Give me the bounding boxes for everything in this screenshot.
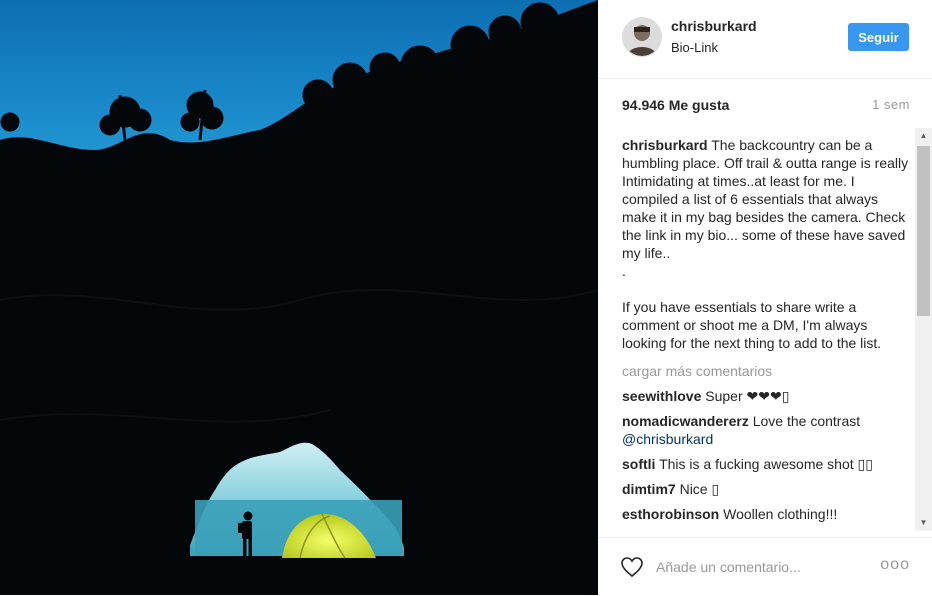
add-comment-input[interactable]: [656, 556, 856, 578]
caption: chrisburkard The backcountry can be a hu…: [622, 136, 910, 352]
scrollbar-thumb[interactable]: [917, 146, 930, 316]
comment-text: Love the contrast: [748, 413, 861, 429]
avatar-image: [623, 18, 661, 56]
comments-list: chrisburkard The backcountry can be a hu…: [622, 136, 910, 531]
comment-text: Nice ▯: [675, 481, 720, 497]
comment-text: Woollen clothing!!!: [719, 506, 838, 522]
comment-username[interactable]: softli: [622, 456, 655, 472]
comment-username[interactable]: esthorobinson: [622, 506, 719, 522]
post-details-panel: chrisburkard Bio-Link Seguir 94.946 Me g…: [598, 0, 932, 595]
comment-mention[interactable]: @chrisburkard: [622, 431, 713, 447]
post-location[interactable]: Bio-Link: [671, 40, 718, 55]
comment-item: nomadicwandererz Love the contrast @chri…: [622, 412, 910, 448]
post-username[interactable]: chrisburkard: [671, 18, 757, 34]
comment-username[interactable]: seewithlove: [622, 388, 701, 404]
caption-username[interactable]: chrisburkard: [622, 137, 708, 153]
comment-text: Super ❤❤❤▯: [701, 388, 790, 404]
comment-item: softli This is a fucking awesome shot ▯▯: [622, 455, 910, 473]
photo-canvas: [0, 0, 598, 595]
heart-outline-icon[interactable]: [620, 555, 644, 579]
comments-scrollbar[interactable]: ▲ ▼: [915, 128, 932, 531]
comment-item: esthorobinson Woollen clothing!!!: [622, 505, 910, 523]
more-options-icon[interactable]: ooo: [880, 556, 910, 574]
follow-button[interactable]: Seguir: [848, 23, 909, 51]
post-photo[interactable]: [0, 0, 598, 595]
scroll-down-arrow-icon[interactable]: ▼: [919, 518, 928, 527]
comment-text: This is a fucking awesome shot ▯▯: [655, 456, 873, 472]
caption-text: The backcountry can be a humbling place.…: [622, 137, 909, 351]
comment-username[interactable]: dimtim7: [622, 481, 676, 497]
avatar[interactable]: [622, 17, 662, 57]
post-header: chrisburkard Bio-Link Seguir: [598, 0, 932, 79]
load-more-comments[interactable]: cargar más comentarios: [622, 362, 910, 380]
scroll-up-arrow-icon[interactable]: ▲: [919, 131, 928, 140]
post-footer: ooo: [598, 537, 932, 596]
likes-count[interactable]: 94.946 Me gusta: [622, 97, 729, 113]
comment-item: dimtim7 Nice ▯: [622, 480, 910, 498]
post-timestamp[interactable]: 1 sem: [872, 97, 910, 112]
comment-item: seewithlove Super ❤❤❤▯: [622, 387, 910, 405]
comment-username[interactable]: nomadicwandererz: [622, 413, 749, 429]
